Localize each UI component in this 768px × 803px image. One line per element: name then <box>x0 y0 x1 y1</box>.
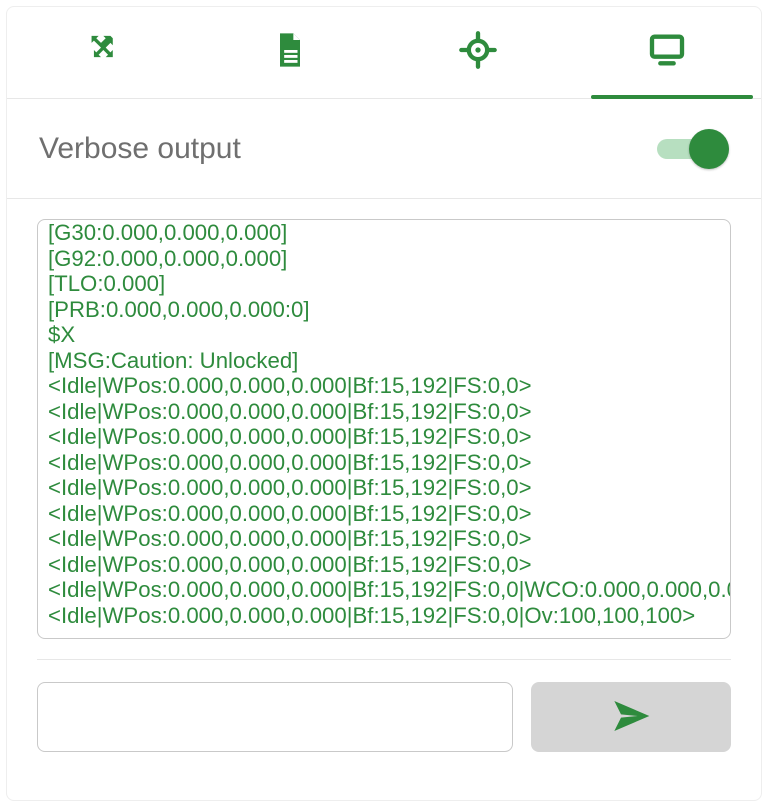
console-line: [MSG:Caution: Unlocked] <box>48 348 720 374</box>
paper-plane-icon <box>611 696 651 739</box>
console-output[interactable]: [G30:0.000,0.000,0.000][G92:0.000,0.000,… <box>37 219 731 639</box>
tab-move[interactable] <box>7 7 196 98</box>
tab-bar <box>7 7 761 99</box>
tab-console[interactable] <box>573 7 762 98</box>
console-line: [G92:0.000,0.000,0.000] <box>48 246 720 272</box>
console-line: [G30:0.000,0.000,0.000] <box>48 220 720 246</box>
send-button[interactable] <box>531 682 731 752</box>
console-line: <Idle|WPos:0.000,0.000,0.000|Bf:15,192|F… <box>48 373 720 399</box>
console-line: <Idle|WPos:0.000,0.000,0.000|Bf:15,192|F… <box>48 399 720 425</box>
console-line: <Idle|WPos:0.000,0.000,0.000|Bf:15,192|F… <box>48 475 720 501</box>
console-line: $X <box>48 322 720 348</box>
verbose-label: Verbose output <box>39 132 241 166</box>
tab-target[interactable] <box>384 7 573 98</box>
console-line: <Idle|WPos:0.000,0.000,0.000|Bf:15,192|F… <box>48 450 720 476</box>
console-line: [TLO:0.000] <box>48 271 720 297</box>
verbose-row: Verbose output <box>7 99 761 199</box>
console-line: <Idle|WPos:0.000,0.000,0.000|Bf:15,192|F… <box>48 577 720 603</box>
console-line: <Idle|WPos:0.000,0.000,0.000|Bf:15,192|F… <box>48 526 720 552</box>
tab-file[interactable] <box>196 7 385 98</box>
console-line: [PRB:0.000,0.000,0.000:0] <box>48 297 720 323</box>
console-line: <Idle|WPos:0.000,0.000,0.000|Bf:15,192|F… <box>48 552 720 578</box>
console-line: <Idle|WPos:0.000,0.000,0.000|Bf:15,192|F… <box>48 603 720 629</box>
file-icon <box>270 30 310 75</box>
console-line: <Idle|WPos:0.000,0.000,0.000|Bf:15,192|F… <box>48 424 720 450</box>
monitor-icon <box>647 30 687 75</box>
command-input[interactable] <box>37 682 513 752</box>
move-icon <box>81 30 121 75</box>
target-icon <box>458 30 498 75</box>
verbose-toggle[interactable] <box>657 129 729 169</box>
console-line: <Idle|WPos:0.000,0.000,0.000|Bf:15,192|F… <box>48 501 720 527</box>
